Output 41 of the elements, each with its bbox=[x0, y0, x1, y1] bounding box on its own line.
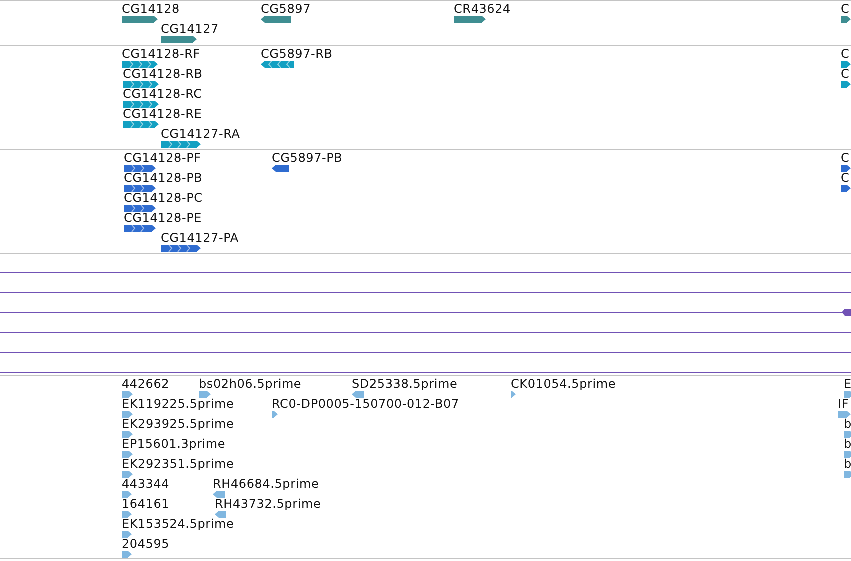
feature-label[interactable]: CG14128 bbox=[122, 2, 180, 16]
feature-label[interactable]: SD25338.5prime bbox=[352, 377, 458, 391]
feature-label[interactable]: b bbox=[844, 437, 851, 451]
feature-label[interactable]: IF bbox=[838, 397, 850, 411]
feature-label[interactable]: CG14127-RA bbox=[161, 127, 240, 141]
feature-label[interactable]: CK01054.5prime bbox=[511, 377, 616, 391]
feature-label[interactable]: CG14128-RE bbox=[123, 107, 202, 121]
feature-label[interactable]: 204595 bbox=[122, 537, 170, 551]
feature-label[interactable]: CG14128-PE bbox=[124, 211, 202, 225]
feature-label[interactable]: 164161 bbox=[122, 497, 170, 511]
feature-label[interactable]: RC0-DP0005-150700-012-B07 bbox=[272, 397, 460, 411]
feature-label[interactable]: EK292351.5prime bbox=[122, 457, 234, 471]
feature-label[interactable]: CG5897-RB bbox=[261, 47, 333, 61]
feature-label[interactable]: CG5897 bbox=[261, 2, 312, 16]
feature-label[interactable]: CG14127 bbox=[161, 22, 219, 36]
feature-label[interactable]: b bbox=[844, 457, 851, 471]
feature-label[interactable]: C bbox=[841, 47, 850, 61]
feature-label[interactable]: C bbox=[841, 171, 850, 185]
feature-label[interactable]: CG14128-RC bbox=[123, 87, 202, 101]
feature-label[interactable]: 443344 bbox=[122, 477, 170, 491]
feature-label[interactable]: 442662 bbox=[122, 377, 170, 391]
feature-label[interactable]: RH46684.5prime bbox=[213, 477, 320, 491]
feature-label[interactable]: CG5897-PB bbox=[272, 151, 343, 165]
feature-label[interactable]: CR43624 bbox=[454, 2, 511, 16]
feature-label[interactable]: EK293925.5prime bbox=[122, 417, 234, 431]
feature-label[interactable]: bs02h06.5prime bbox=[199, 377, 302, 391]
feature-label[interactable]: CG14128-PC bbox=[124, 191, 203, 205]
feature-label[interactable]: EK119225.5prime bbox=[122, 397, 234, 411]
feature-label[interactable]: E bbox=[844, 377, 851, 391]
feature-label[interactable]: CG14127-PA bbox=[161, 231, 239, 245]
feature-label[interactable]: EP15601.3prime bbox=[122, 437, 226, 451]
feature-label[interactable]: b bbox=[844, 417, 851, 431]
feature-label[interactable]: CG14128-PB bbox=[124, 171, 203, 185]
feature-label[interactable]: RH43732.5prime bbox=[215, 497, 322, 511]
feature-label[interactable]: C bbox=[841, 2, 850, 16]
feature-label[interactable]: C bbox=[841, 67, 850, 81]
feature-label[interactable]: CG14128-PF bbox=[124, 151, 202, 165]
feature-label[interactable]: CG14128-RB bbox=[123, 67, 203, 81]
feature-label[interactable]: CG14128-RF bbox=[122, 47, 200, 61]
feature-label[interactable]: EK153524.5prime bbox=[122, 517, 234, 531]
feature-label[interactable]: C bbox=[841, 151, 850, 165]
